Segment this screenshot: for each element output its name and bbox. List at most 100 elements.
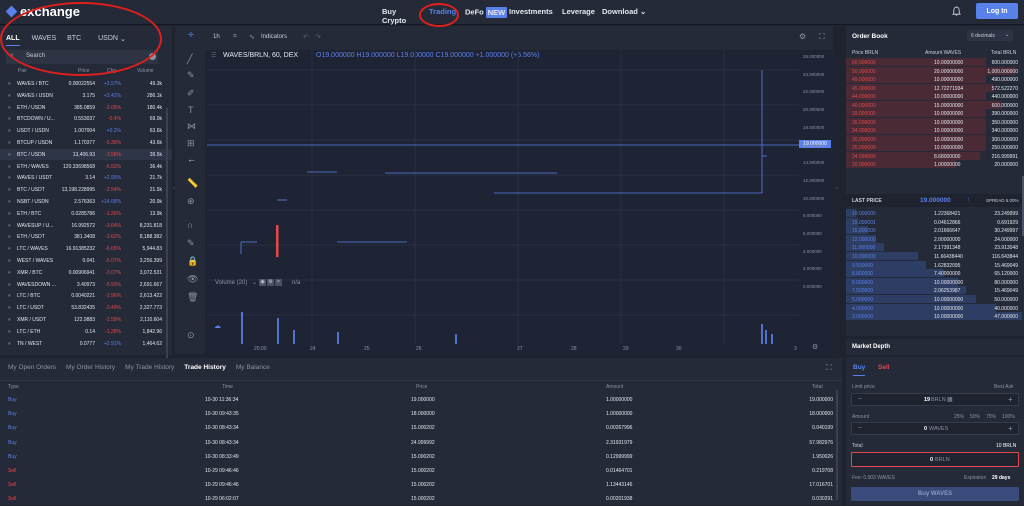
amount-input[interactable]: 0 [924,426,927,432]
chevron-down-icon[interactable]: ⌄ [252,279,257,286]
decimals-select[interactable]: 6 decimals ⌄ [967,30,1013,41]
pct-75[interactable]: 75% [986,414,996,420]
star-icon[interactable]: ★ [7,175,11,181]
pattern-tool-icon[interactable]: ⋈ [187,121,196,132]
market-row[interactable]: ★ USDT / USDN 1.007004 +0.2% 63.6k [0,125,172,136]
star-icon[interactable]: ★ [7,246,11,252]
gear-icon[interactable]: ⚙ [267,279,274,286]
star-icon[interactable]: ★ [7,305,11,311]
brush-tool-icon[interactable]: ✐ [187,88,195,99]
tab-my-order-history[interactable]: My Order History [66,364,115,371]
plus-icon[interactable]: + [1008,395,1013,404]
minus-icon[interactable]: − [858,425,862,432]
redo-icon[interactable]: ↷ [315,33,321,41]
market-row[interactable]: ★ ETH / WAVES 120.33698568 -6.52% 36.4k [0,161,172,172]
draw-lock-icon[interactable]: ✎ [187,238,195,249]
collapse-right-icon[interactable]: › [836,186,838,192]
pct-100[interactable]: 100% [1002,414,1015,420]
market-row[interactable]: ★ LTC / BTC 0.0040221 -2.96% 2,613.422 [0,290,172,301]
nav-buy-crypto[interactable]: Buy Crypto [382,7,406,25]
market-row[interactable]: ★ XMR / USDT 122.9883 -2.59% 2,110.604 [0,314,172,325]
ruler-icon[interactable]: 📏 [187,178,198,189]
star-icon[interactable]: ★ [7,187,11,193]
star-icon[interactable]: ★ [7,116,11,122]
tab-my-open-orders[interactable]: My Open Orders [8,364,56,371]
col-type[interactable]: Type [8,384,19,390]
calculator-icon[interactable]: ▦ [947,396,953,403]
star-icon[interactable]: ★ [7,329,11,335]
star-icon[interactable]: ★ [7,270,11,276]
market-row[interactable]: ★ ETH / USDN 385.0859 -2.05% 180.4k [0,102,172,113]
zoom-icon[interactable]: ⊕ [187,196,195,207]
scrollbar[interactable] [836,390,838,500]
arrow-left-icon[interactable]: ← [187,154,196,164]
col-pair[interactable]: Pair [18,68,27,74]
market-row[interactable]: ★ WEST / WAVES 0.041 -5.07% 3,256.399 [0,255,172,266]
nav-download[interactable]: Download ⌄ [602,7,646,16]
trash-icon[interactable]: 🗑 [187,292,198,303]
market-row[interactable]: ★ ETH / USDT 381.3408 -2.62% 8,188.382 [0,231,172,242]
market-row[interactable]: ★ WAVES / USDN 3.175 +3.42% 286.1k [0,90,172,101]
limit-price-input[interactable]: 19 [924,397,930,403]
market-row[interactable]: ★ TN / WEST 0.0777 +2.91% 1,464.62 [0,338,172,349]
star-icon[interactable]: ★ [7,152,11,158]
col-amount[interactable]: Amount [606,384,623,390]
measure-tool-icon[interactable]: ⊞ [187,138,195,149]
star-icon[interactable]: ★ [7,164,11,170]
nav-investments[interactable]: Investments [509,7,553,16]
star-icon[interactable]: ★ [7,128,11,134]
tab-buy[interactable]: Buy [853,364,866,376]
fullscreen-icon[interactable]: ⛶ [826,363,832,373]
col-price[interactable]: Price [416,384,427,390]
market-row[interactable]: ★ WAVES / USDT 3.14 +2.95% 21.7k [0,172,172,183]
market-row[interactable]: ★ BTC / USDT 13,198.228995 -2.54% 21.5k [0,184,172,195]
crosshair-icon[interactable]: ✛ [188,31,194,39]
fullscreen-icon[interactable]: ⛶ [819,32,825,42]
interval-select[interactable]: 1h [213,34,220,40]
eye-icon[interactable]: 👁 [187,274,198,285]
line-tool-icon[interactable]: ╱ [187,54,192,65]
magnet-icon[interactable]: ∩ [187,220,193,230]
undo-icon[interactable]: ↶ [303,33,309,41]
star-icon[interactable]: ★ [7,81,11,87]
star-icon[interactable]: ★ [7,234,11,240]
market-row[interactable]: ★ BTCUP / USDN 1.170377 -5.39% 43.6k [0,137,172,148]
pen-tool-icon[interactable]: ✎ [187,70,195,81]
bell-icon[interactable] [952,6,961,17]
map-pin-icon[interactable]: ⊙ [187,330,195,341]
star-icon[interactable]: ★ [7,258,11,264]
star-icon[interactable]: ★ [7,211,11,217]
gear-icon[interactable]: ⚙ [799,32,806,41]
market-row[interactable]: ★ WAVESUP / U... 16.992572 -3.64% 8,231.818 [0,220,172,231]
best-ask-link[interactable]: Best Ask [994,384,1013,390]
expiration-select[interactable]: 29 days [992,475,1010,481]
plus-icon[interactable]: + [1008,424,1013,433]
market-row[interactable]: ★ WAVES / BTC 0.00022554 +3.57% 49.3k [0,78,172,89]
star-icon[interactable]: ★ [7,317,11,323]
total-input[interactable]: 0 [930,457,933,463]
tab-sell[interactable]: Sell [878,364,890,371]
bid-row[interactable]: 3.000000 10.00000000 47.000000 [846,312,1024,321]
gear-icon[interactable]: ⚙ [812,343,818,351]
tab-trade-history[interactable]: Trade History [184,364,226,371]
star-icon[interactable]: ★ [7,223,11,229]
login-button[interactable]: Log In [976,3,1018,19]
ask-row[interactable]: 20.000000 1.00000000 20.000000 [846,160,1024,169]
lock-icon[interactable]: 🔒 [187,256,198,267]
tab-my-trade-history[interactable]: My Trade History [125,364,174,371]
star-icon[interactable]: ★ [7,293,11,299]
nav-leverage[interactable]: Leverage [562,7,595,16]
minus-icon[interactable]: − [858,396,862,403]
market-row[interactable]: ★ WAVESDOWN ... 3.40973 -5.93% 2,691.667 [0,279,172,290]
col-total[interactable]: Total [812,384,823,390]
market-row[interactable]: ★ XMR / BTC 0.00906941 -3.07% 3,072.531 [0,267,172,278]
indicators-button[interactable]: Indicators [261,34,287,40]
star-icon[interactable]: ★ [7,140,11,146]
star-icon[interactable]: ★ [7,341,11,347]
market-row[interactable]: ★ LTC / ETH 0.14 -1.28% 1,842.96 [0,326,172,337]
market-depth-bar[interactable]: Market Depth [846,339,1024,355]
tab-my-balance[interactable]: My Balance [236,364,270,371]
market-row[interactable]: ★ NSBT / USDN 2.576363 +14.68% 20.9k [0,196,172,207]
close-icon[interactable]: × [275,279,282,286]
scrollbar[interactable] [166,108,168,373]
